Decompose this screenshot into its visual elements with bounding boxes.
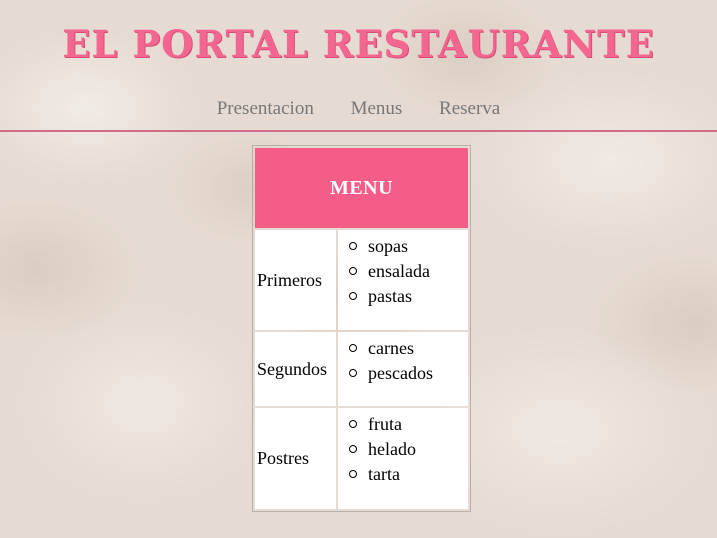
menu-item-label: pastas [368,286,412,306]
main-nav: Presentacion Menus Reserva [0,97,717,121]
menu-item: pastas [349,284,468,309]
menu-item-label: pescados [368,363,433,383]
menu-items-cell: fruta helado tarta [338,408,468,509]
menu-item: carnes [349,336,468,361]
menu-item-label: ensalada [368,261,430,281]
menu-item-label: tarta [368,464,400,484]
circle-bullet-icon [349,420,357,428]
nav-link-menus[interactable]: Menus [351,98,403,119]
menu-item-list: carnes pescados [338,332,468,392]
menu-item: fruta [349,412,468,437]
menu-item-label: fruta [368,414,402,434]
circle-bullet-icon [349,242,357,250]
menu-heading: MENU [255,148,468,228]
circle-bullet-icon [349,470,357,478]
menu-category-postres: Postres [255,408,336,509]
menu-item: sopas [349,234,468,259]
circle-bullet-icon [349,344,357,352]
menu-row-postres: Postres fruta helado tarta [255,408,468,509]
menu-item: pescados [349,361,468,386]
circle-bullet-icon [349,369,357,377]
menu-item-label: carnes [368,338,414,358]
menu-item-label: sopas [368,236,408,256]
nav-link-presentacion[interactable]: Presentacion [217,98,314,119]
nav-divider [0,130,717,132]
menu-table: MENU Primeros sopas ensalada pastas Segu… [252,145,471,512]
circle-bullet-icon [349,267,357,275]
menu-item-label: helado [368,439,416,459]
menu-item-list: sopas ensalada pastas [338,230,468,315]
menu-item: tarta [349,462,468,487]
menu-items-cell: carnes pescados [338,332,468,406]
circle-bullet-icon [349,445,357,453]
nav-link-reserva[interactable]: Reserva [439,98,500,119]
menu-category-primeros: Primeros [255,230,336,330]
circle-bullet-icon [349,292,357,300]
menu-items-cell: sopas ensalada pastas [338,230,468,330]
menu-row-segundos: Segundos carnes pescados [255,332,468,406]
menu-category-segundos: Segundos [255,332,336,406]
menu-item: helado [349,437,468,462]
menu-item-list: fruta helado tarta [338,408,468,493]
menu-row-primeros: Primeros sopas ensalada pastas [255,230,468,330]
menu-item: ensalada [349,259,468,284]
site-title: EL PORTAL RESTAURANTE [62,22,655,66]
